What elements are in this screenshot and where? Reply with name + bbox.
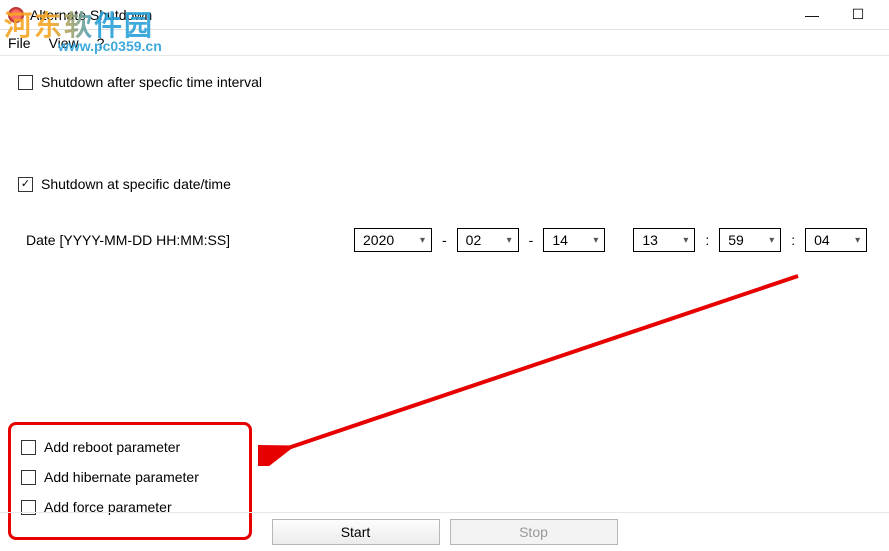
shutdown-datetime-checkbox[interactable] — [18, 177, 33, 192]
hibernate-param-label: Add hibernate parameter — [44, 469, 199, 485]
shutdown-interval-row: Shutdown after specfic time interval — [18, 74, 871, 90]
day-value: 14 — [552, 232, 568, 248]
reboot-param-row: Add reboot parameter — [21, 439, 239, 455]
content-area: Shutdown after specfic time interval Shu… — [0, 56, 889, 551]
menubar: File View ? — [0, 30, 889, 56]
maximize-button[interactable]: ☐ — [835, 0, 881, 30]
time-sep-1: : — [705, 232, 709, 248]
chevron-down-icon: ▾ — [683, 235, 688, 246]
second-value: 04 — [814, 232, 830, 248]
day-select[interactable]: 14 ▾ — [543, 228, 605, 252]
menu-view[interactable]: View — [49, 35, 79, 51]
hibernate-param-checkbox[interactable] — [21, 470, 36, 485]
chevron-down-icon: ▾ — [593, 235, 598, 246]
menu-help[interactable]: ? — [97, 35, 105, 51]
stop-button: Stop — [450, 519, 618, 545]
chevron-down-icon: ▾ — [507, 235, 512, 246]
annotation-arrow — [258, 266, 818, 466]
chevron-down-icon: ▾ — [855, 235, 860, 246]
minimize-button[interactable]: — — [789, 0, 835, 30]
chevron-down-icon: ▾ — [769, 235, 774, 246]
month-value: 02 — [466, 232, 482, 248]
shutdown-datetime-row: Shutdown at specific date/time — [18, 176, 871, 192]
date-sep-2: - — [529, 232, 534, 248]
footer: Start Stop — [0, 512, 889, 551]
app-icon — [8, 7, 24, 23]
shutdown-datetime-label: Shutdown at specific date/time — [41, 176, 231, 192]
time-sep-2: : — [791, 232, 795, 248]
date-row: Date [YYYY-MM-DD HH:MM:SS] 2020 ▾ - 02 ▾… — [18, 228, 871, 252]
minute-value: 59 — [728, 232, 744, 248]
menu-file[interactable]: File — [8, 35, 31, 51]
window-title: Alternate Shutdown — [30, 7, 152, 23]
hibernate-param-row: Add hibernate parameter — [21, 469, 239, 485]
date-format-label: Date [YYYY-MM-DD HH:MM:SS] — [18, 232, 354, 248]
date-sep-1: - — [442, 232, 447, 248]
reboot-param-label: Add reboot parameter — [44, 439, 180, 455]
titlebar: Alternate Shutdown — ☐ — [0, 0, 889, 30]
year-select[interactable]: 2020 ▾ — [354, 228, 432, 252]
second-select[interactable]: 04 ▾ — [805, 228, 867, 252]
chevron-down-icon: ▾ — [420, 235, 425, 246]
hour-select[interactable]: 13 ▾ — [633, 228, 695, 252]
start-button[interactable]: Start — [272, 519, 440, 545]
minute-select[interactable]: 59 ▾ — [719, 228, 781, 252]
shutdown-interval-label: Shutdown after specfic time interval — [41, 74, 262, 90]
month-select[interactable]: 02 ▾ — [457, 228, 519, 252]
year-value: 2020 — [363, 232, 394, 248]
hour-value: 13 — [642, 232, 658, 248]
reboot-param-checkbox[interactable] — [21, 440, 36, 455]
shutdown-interval-checkbox[interactable] — [18, 75, 33, 90]
